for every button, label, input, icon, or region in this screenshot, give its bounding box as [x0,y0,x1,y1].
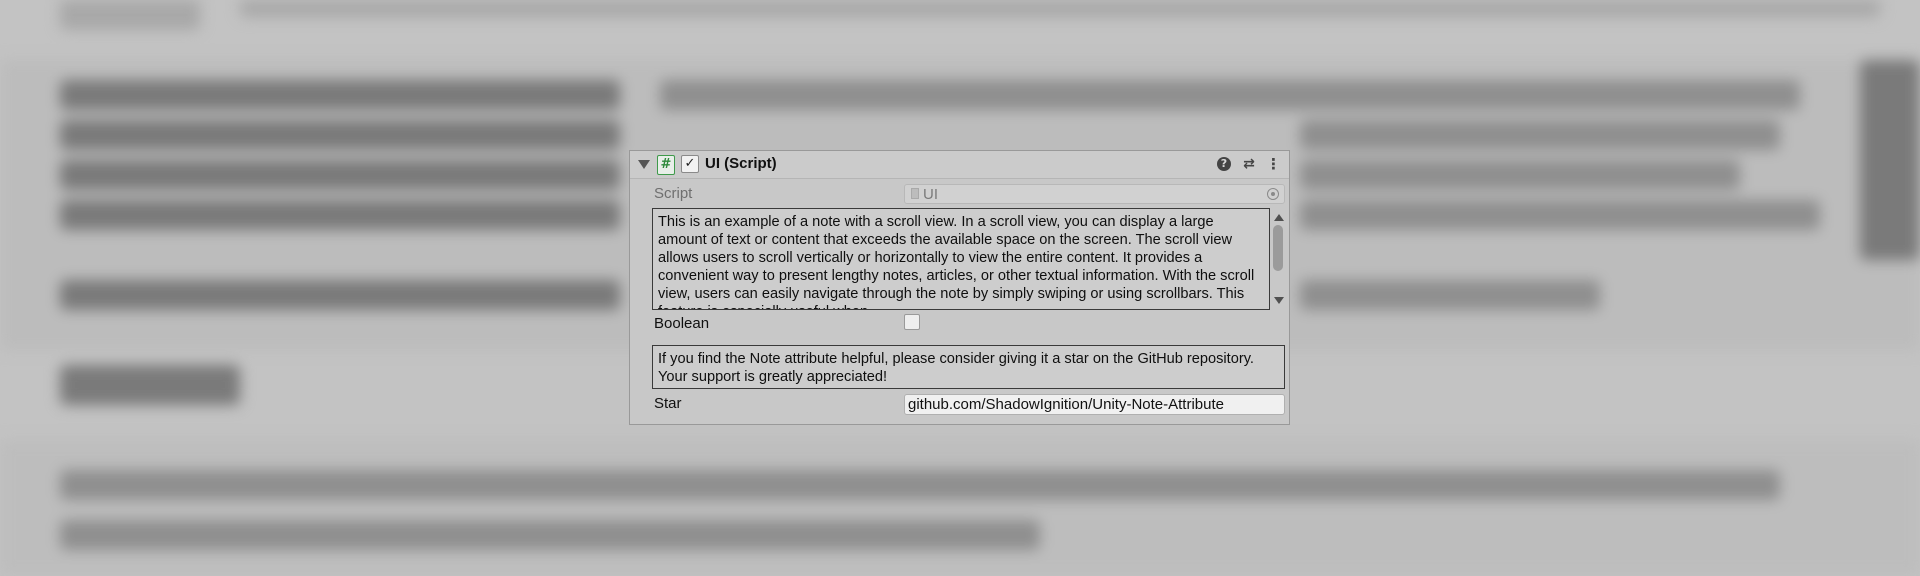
scroll-up-arrow-icon[interactable] [1274,214,1284,221]
script-label: Script [654,185,693,202]
scrollbar-thumb[interactable] [1273,225,1283,271]
script-object-field[interactable]: UI [904,184,1285,204]
star-text-field[interactable] [904,394,1285,415]
foldout-arrow-icon[interactable] [638,160,650,169]
presets-icon[interactable]: ⇄ [1241,156,1257,172]
boolean-checkbox[interactable] [904,314,920,330]
star-note-box: If you find the Note attribute helpful, … [652,345,1285,389]
star-label: Star [654,395,682,412]
inspector-component-panel: # ✓ UI (Script) ? ⇄ ⋮ Script UI This is … [629,150,1290,425]
more-options-icon[interactable]: ⋮ [1266,156,1281,172]
component-header[interactable]: # ✓ UI (Script) ? ⇄ ⋮ [630,151,1289,179]
boolean-label: Boolean [654,315,710,332]
help-icon[interactable]: ? [1217,157,1231,171]
object-picker-icon[interactable] [1267,188,1279,200]
star-note-text: If you find the Note attribute helpful, … [658,351,1254,385]
component-enabled-checkbox[interactable]: ✓ [681,155,699,173]
note-scroll-view[interactable]: This is an example of a note with a scro… [652,208,1270,310]
script-field-value: UI [923,186,938,203]
component-title: UI (Script) [705,155,777,172]
note-scrollbar[interactable] [1271,208,1285,310]
script-file-icon [911,188,919,199]
csharp-script-icon: # [657,155,675,175]
scroll-down-arrow-icon[interactable] [1274,297,1284,304]
scroll-note-text: This is an example of a note with a scro… [658,214,1255,309]
